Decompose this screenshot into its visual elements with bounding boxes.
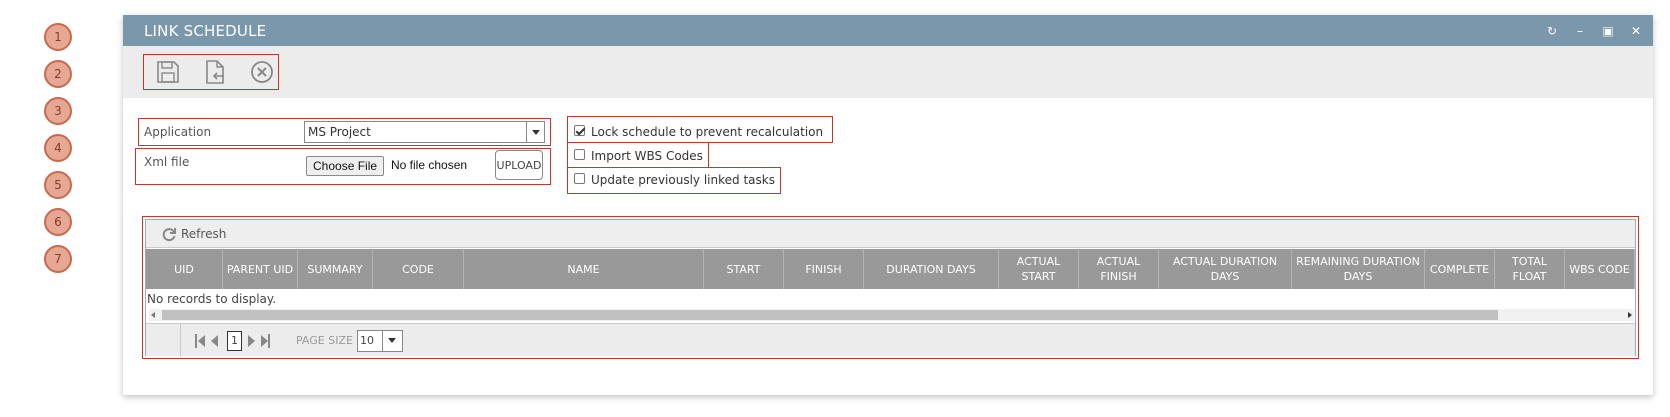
last-page-icon[interactable] — [260, 333, 270, 348]
import-wbs-checkbox[interactable] — [574, 148, 585, 160]
column-header-uid[interactable]: UID — [146, 249, 223, 289]
column-header-complete[interactable]: COMPLETE — [1425, 249, 1495, 289]
lock-schedule-checkbox[interactable] — [574, 124, 585, 136]
grid-header-row: UID PARENT UID SUMMARY CODE NAME START F… — [146, 249, 1635, 289]
no-file-text: No file chosen — [391, 158, 468, 172]
update-linked-option: Update previously linked tasks — [574, 172, 775, 187]
window-titlebar: LINK SCHEDULE ↻ – ▣ ✕ — [123, 15, 1653, 46]
refresh-icon[interactable]: ↻ — [1545, 24, 1559, 38]
previous-page-icon[interactable] — [209, 334, 219, 348]
step-marker-1: 1 — [44, 23, 72, 51]
refresh-icon — [162, 228, 176, 242]
column-header-finish[interactable]: FINISH — [784, 249, 864, 289]
update-linked-label: Update previously linked tasks — [591, 173, 775, 187]
maximize-icon[interactable]: ▣ — [1601, 24, 1615, 38]
column-header-start[interactable]: START — [704, 249, 784, 289]
step-marker-4: 4 — [44, 134, 72, 162]
application-label: Application — [144, 125, 212, 139]
choose-file-button[interactable]: Choose File — [306, 156, 385, 176]
page-size-label: PAGE SIZE — [296, 334, 353, 347]
chevron-down-icon — [526, 122, 544, 142]
application-select-value: MS Project — [308, 125, 371, 139]
lock-schedule-label: Lock schedule to prevent recalculation — [591, 125, 824, 139]
column-header-actual-finish[interactable]: ACTUAL FINISH — [1079, 249, 1159, 289]
grid-toolbar: Refresh — [146, 220, 1635, 248]
toolbar-button-group — [143, 54, 279, 90]
scroll-right-icon[interactable] — [1628, 312, 1632, 318]
window-controls: ↻ – ▣ ✕ — [1545, 15, 1643, 46]
xml-file-label: Xml file — [144, 155, 190, 169]
save-icon — [157, 61, 180, 83]
chevron-down-icon — [381, 330, 402, 351]
upload-button[interactable]: UPLOAD — [495, 150, 543, 180]
column-header-actual-start[interactable]: ACTUAL START — [999, 249, 1079, 289]
import-icon — [206, 60, 224, 84]
step-marker-6: 6 — [44, 208, 72, 236]
step-marker-3: 3 — [44, 97, 72, 125]
scrollbar-thumb[interactable] — [162, 310, 1498, 320]
current-page-button[interactable]: 1 — [227, 330, 242, 351]
empty-grid-message: No records to display. — [147, 292, 277, 306]
update-linked-checkbox[interactable] — [574, 172, 585, 184]
column-header-wbs-code[interactable]: WBS CODE — [1565, 249, 1635, 289]
column-header-total-float[interactable]: TOTAL FLOAT — [1495, 249, 1565, 289]
close-icon[interactable]: ✕ — [1629, 24, 1643, 38]
page-size-value: 10 — [359, 334, 374, 347]
refresh-button[interactable]: Refresh — [161, 226, 226, 242]
import-wbs-option: Import WBS Codes — [574, 148, 703, 163]
records-grid: Refresh UID PARENT UID SUMMARY CODE NAME… — [145, 219, 1636, 357]
application-select[interactable]: MS Project — [304, 121, 545, 143]
column-header-duration-days[interactable]: DURATION DAYS — [864, 249, 999, 289]
horizontal-scrollbar[interactable] — [149, 309, 1634, 321]
column-header-parent-uid[interactable]: PARENT UID — [223, 249, 298, 289]
step-marker-2: 2 — [44, 60, 72, 88]
import-wbs-label: Import WBS Codes — [591, 149, 703, 163]
column-header-code[interactable]: CODE — [373, 249, 464, 289]
minimize-icon[interactable]: – — [1573, 24, 1587, 38]
window-title: LINK SCHEDULE — [144, 21, 267, 40]
next-page-icon[interactable] — [246, 334, 256, 348]
lock-schedule-option: Lock schedule to prevent recalculation — [574, 124, 824, 139]
cancel-icon — [250, 61, 273, 83]
records-grid-highlight: Refresh UID PARENT UID SUMMARY CODE NAME… — [142, 216, 1639, 359]
save-button[interactable] — [152, 57, 185, 87]
refresh-label: Refresh — [181, 227, 227, 241]
column-header-summary[interactable]: SUMMARY — [298, 249, 373, 289]
column-header-name[interactable]: NAME — [464, 249, 704, 289]
page-size-select[interactable]: 10 — [356, 329, 403, 352]
step-marker-5: 5 — [44, 171, 72, 199]
scroll-left-icon[interactable] — [151, 312, 155, 318]
pager-controls: 1 PAGE SIZE 10 — [180, 324, 403, 357]
column-header-actual-duration-days[interactable]: ACTUAL DURATION DAYS — [1159, 249, 1292, 289]
step-marker-7: 7 — [44, 245, 72, 273]
first-page-icon[interactable] — [195, 333, 205, 348]
window-toolbar — [123, 46, 1653, 98]
import-button[interactable] — [199, 57, 232, 87]
column-header-remaining-duration-days[interactable]: REMAINING DURATION DAYS — [1292, 249, 1425, 289]
cancel-button[interactable] — [245, 57, 278, 87]
grid-pager: 1 PAGE SIZE 10 — [146, 323, 1635, 357]
